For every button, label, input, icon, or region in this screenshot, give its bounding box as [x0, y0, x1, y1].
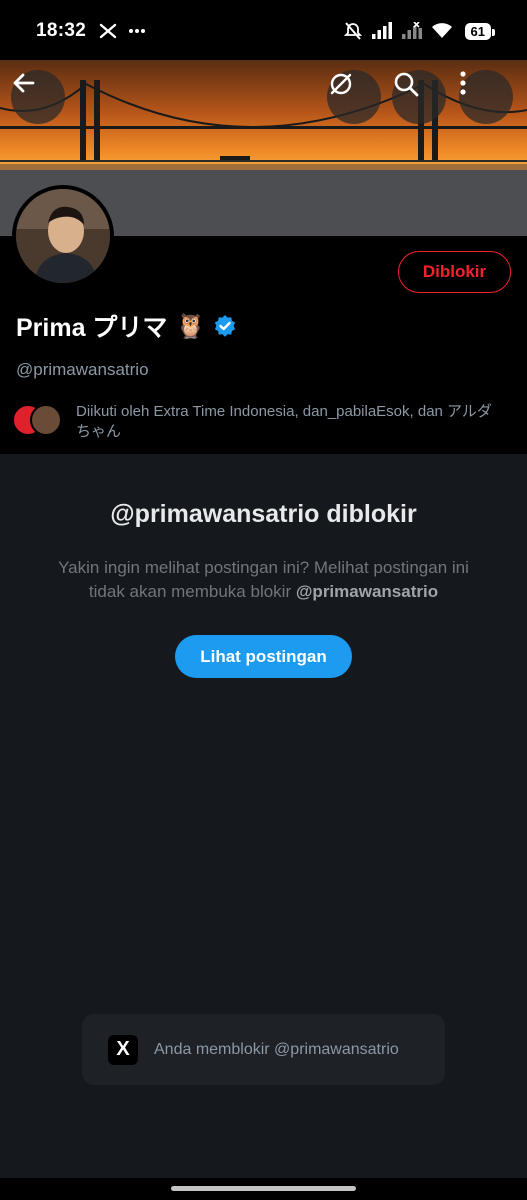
owl-emoji: 🦉	[175, 312, 206, 340]
navigation-bar	[0, 1178, 527, 1200]
app-notification-icon	[99, 23, 117, 39]
blocked-toast: X Anda memblokir @primawansatrio	[82, 1014, 445, 1085]
x-logo-icon: X	[108, 1034, 138, 1065]
avatar[interactable]	[12, 185, 114, 287]
mute-icon	[343, 22, 362, 40]
avatar-image	[16, 189, 110, 283]
follower-avatar	[30, 404, 62, 436]
followed-by-text: Diikuti oleh Extra Time Indonesia, dan_p…	[76, 403, 492, 440]
signal-x-icon	[401, 22, 422, 39]
blocked-title: @primawansatrio diblokir	[110, 500, 417, 528]
more-options-button[interactable]	[459, 70, 513, 124]
blocked-description: Yakin ingin melihat postingan ini? Melih…	[40, 556, 487, 604]
translate-toggle-button[interactable]	[327, 70, 381, 124]
battery-indicator: 61	[464, 22, 496, 40]
follower-avatars	[12, 402, 62, 438]
status-right-icons: 61	[343, 21, 496, 41]
more-vertical-icon	[460, 71, 466, 95]
blocked-description-handle: @primawansatrio	[295, 582, 439, 601]
blocked-button[interactable]: Diblokir	[398, 251, 511, 293]
wifi-icon	[431, 23, 452, 38]
status-bar: 18:32 61	[0, 0, 527, 62]
verified-badge-icon	[215, 315, 236, 337]
more-notifications-icon	[129, 29, 146, 33]
signal-icon	[371, 22, 392, 39]
search-button[interactable]	[392, 70, 446, 124]
display-name: Prima プリマ	[16, 314, 168, 342]
followed-by-row[interactable]: Diikuti oleh Extra Time Indonesia, dan_p…	[12, 402, 512, 442]
toast-text: Anda memblokir @primawansatrio	[154, 1040, 399, 1058]
home-indicator[interactable]	[171, 1186, 356, 1191]
status-time: 18:32	[36, 20, 87, 41]
view-posts-button[interactable]: Lihat postingan	[175, 635, 352, 678]
name-row: Prima プリマ 🦉	[16, 308, 237, 344]
no-translate-icon	[330, 73, 352, 95]
search-icon	[394, 72, 419, 97]
back-arrow-icon	[13, 73, 35, 93]
status-left-icons	[98, 22, 146, 40]
profile-handle: @primawansatrio	[16, 360, 149, 379]
back-button[interactable]	[11, 70, 65, 124]
